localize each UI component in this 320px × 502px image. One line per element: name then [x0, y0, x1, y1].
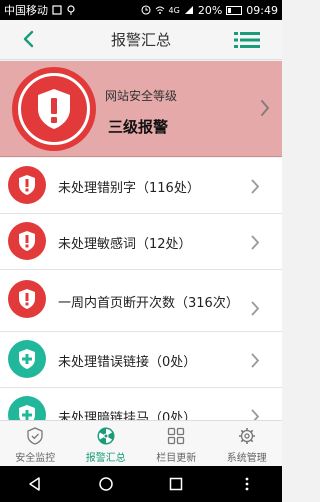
tab-label: 安全监控: [15, 453, 56, 464]
tab-column-update[interactable]: 栏目更新: [141, 421, 212, 466]
tab-alarm-summary[interactable]: 报警汇总: [71, 421, 142, 466]
notification-icon: [52, 5, 62, 15]
warning-shield-icon: [8, 166, 46, 204]
warning-shield-icon: [8, 222, 46, 260]
battery-label: 20%: [197, 3, 223, 17]
signal-icon: [184, 6, 193, 14]
warning-shield-icon: [8, 280, 46, 318]
tab-label: 系统管理: [226, 453, 267, 464]
location-icon: [67, 5, 75, 15]
carrier-label: 中国移动: [4, 4, 48, 17]
recents-square-icon[interactable]: [168, 476, 184, 492]
list-item[interactable]: 未处理敏感词（12处）: [0, 214, 282, 270]
radiation-icon: [97, 427, 115, 445]
warning-shield-icon: [12, 67, 96, 151]
list-item-label: 一周内首页断开次数（316次）: [58, 296, 239, 311]
network-label: 4G: [168, 5, 180, 15]
tab-system-settings[interactable]: 系统管理: [212, 421, 283, 466]
gear-icon: [238, 428, 255, 444]
list-item[interactable]: 一周内首页断开次数（316次）: [0, 270, 282, 332]
shield-check-icon: [27, 427, 43, 445]
list-item[interactable]: 未处理错别字（116处）: [0, 158, 282, 214]
time-label: 09:49: [246, 3, 278, 17]
alarm-icon: [140, 5, 151, 15]
app-header: 报警汇总: [0, 20, 282, 60]
chevron-right-icon: [251, 235, 260, 250]
security-level-value: 三级报警: [108, 118, 169, 136]
list-item-label: 未处理错误链接（0处）: [58, 355, 197, 370]
list-menu-icon[interactable]: [234, 31, 260, 49]
battery-icon: [226, 5, 243, 15]
chevron-right-icon: [261, 100, 270, 116]
grid-icon: [168, 427, 185, 445]
wifi-icon: [155, 6, 164, 14]
safe-shield-icon: [8, 340, 46, 378]
chevron-right-icon: [251, 179, 260, 194]
bottom-tab-bar: 安全监控 报警汇总 栏目更新 系统管理: [0, 420, 282, 466]
more-dots-icon[interactable]: [239, 476, 255, 492]
home-circle-icon[interactable]: [98, 476, 114, 492]
chevron-left-icon[interactable]: [18, 28, 40, 50]
tab-label: 报警汇总: [85, 453, 126, 464]
security-level-card[interactable]: 网站安全等级 三级报警: [0, 61, 282, 157]
tab-label: 栏目更新: [156, 453, 197, 464]
list-item-label: 未处理错别字（116处）: [58, 181, 200, 196]
list-item[interactable]: 未处理错误链接（0处）: [0, 332, 282, 388]
list-item-label: 未处理敏感词（12处）: [58, 237, 192, 252]
security-level-label: 网站安全等级: [105, 89, 178, 103]
page-title: 报警汇总: [110, 31, 171, 49]
chevron-right-icon: [251, 301, 260, 316]
tab-security-monitor[interactable]: 安全监控: [0, 421, 71, 466]
alarm-list: 未处理错别字（116处） 未处理敏感词（12处） 一周内首页断开次数（316次）…: [0, 158, 282, 444]
back-triangle-icon[interactable]: [27, 476, 43, 492]
system-nav-bar: [0, 466, 282, 502]
status-bar: 中国移动 4G 20% 09:49: [0, 0, 282, 20]
chevron-right-icon: [251, 353, 260, 368]
